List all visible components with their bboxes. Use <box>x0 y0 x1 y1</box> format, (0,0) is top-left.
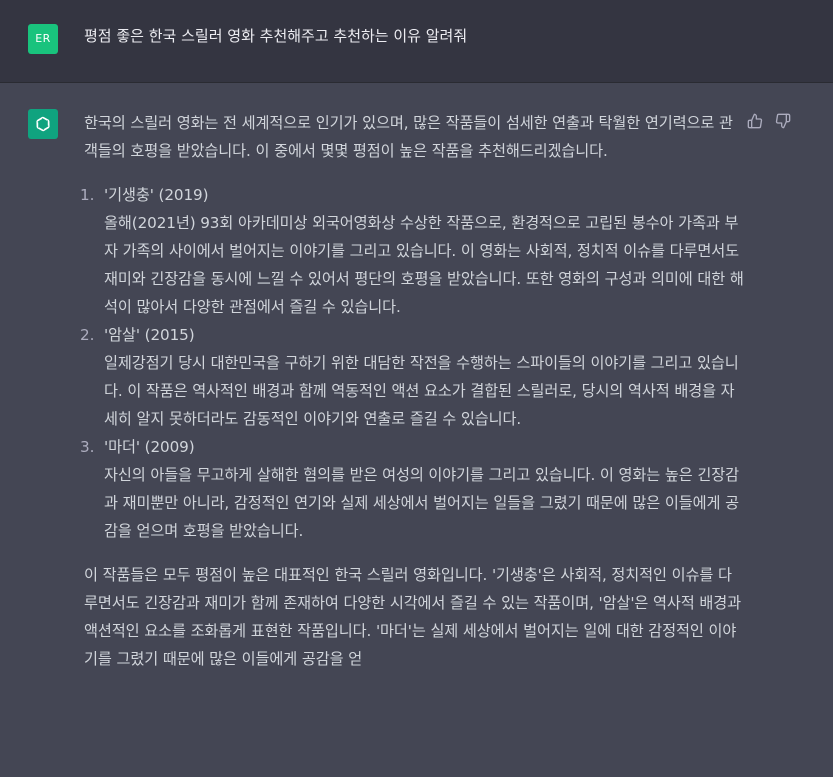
movie-description: 일제강점기 당시 대한민국을 구하기 위한 대담한 작전을 수행하는 스파이들의… <box>104 354 739 428</box>
movie-title: '마더' (2009) <box>104 438 195 456</box>
list-item: 1. '기생충' (2019) 올해(2021년) 93회 아카데미상 외국어영… <box>80 181 744 321</box>
assistant-summary: 이 작품들은 모두 평점이 높은 대표적인 한국 스릴러 영화입니다. '기생충… <box>84 566 741 668</box>
list-number: 2. <box>80 326 95 344</box>
assistant-intro: 한국의 스릴러 영화는 전 세계적으로 인기가 있으며, 많은 작품들이 섬세한… <box>84 114 733 160</box>
user-message-row: ER 평점 좋은 한국 스릴러 영화 추천해주고 추천하는 이유 알려줘 <box>0 0 833 83</box>
user-message-text: 평점 좋은 한국 스릴러 영화 추천해주고 추천하는 이유 알려줘 <box>84 27 468 45</box>
list-item: 2. '암살' (2015) 일제강점기 당시 대한민국을 구하기 위한 대담한… <box>80 321 744 433</box>
list-number: 3. <box>80 438 95 456</box>
openai-logo-icon <box>28 109 58 139</box>
movie-description: 자신의 아들을 무고하게 살해한 혐의를 받은 여성의 이야기를 그리고 있습니… <box>104 466 739 540</box>
list-item: 3. '마더' (2009) 자신의 아들을 무고하게 살해한 혐의를 받은 여… <box>80 433 744 545</box>
thumbs-up-icon[interactable] <box>745 111 765 131</box>
movie-title: '암살' (2015) <box>104 326 195 344</box>
user-avatar: ER <box>28 24 58 54</box>
thumbs-down-icon[interactable] <box>773 111 793 131</box>
list-number: 1. <box>80 186 95 204</box>
feedback-buttons <box>745 111 793 131</box>
recommendation-list: 1. '기생충' (2019) 올해(2021년) 93회 아카데미상 외국어영… <box>80 181 744 545</box>
movie-title: '기생충' (2019) <box>104 186 209 204</box>
assistant-message-row: 한국의 스릴러 영화는 전 세계적으로 인기가 있으며, 많은 작품들이 섬세한… <box>0 83 833 777</box>
assistant-message-content: 한국의 스릴러 영화는 전 세계적으로 인기가 있으며, 많은 작품들이 섬세한… <box>80 109 744 673</box>
movie-description: 올해(2021년) 93회 아카데미상 외국어영화상 수상한 작품으로, 환경적… <box>104 214 744 316</box>
